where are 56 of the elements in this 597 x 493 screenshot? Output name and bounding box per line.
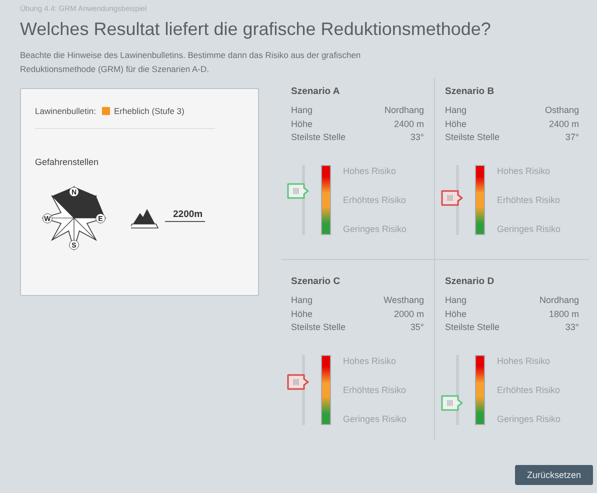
bulletin-label: Lawinenbulletin: (35, 106, 96, 116)
fact-value: 33° (410, 131, 424, 144)
risk-gradient-bar (475, 164, 485, 234)
fact-value: Osthang (544, 104, 579, 117)
hazard-heading: Gefahrenstellen (35, 157, 100, 167)
slider-handle[interactable] (440, 394, 464, 410)
fact-value: Westhang (384, 294, 424, 307)
fact-value: Nordhang (539, 294, 579, 307)
danger-level: Erheblich (Stufe 3) (114, 106, 184, 116)
reset-button[interactable]: Zurücksetzen (514, 465, 593, 485)
risk-gradient-bar (321, 354, 331, 424)
fact-value: 33° (565, 321, 579, 334)
fact-label: Höhe (445, 118, 467, 130)
fact-label: Steilste Stelle (291, 131, 346, 144)
fact-value: 2400 m (394, 118, 424, 130)
fact-value: 37° (565, 131, 579, 144)
risk-label: Hohes Risiko (343, 356, 398, 366)
scenario-title: Szenario B (445, 86, 496, 97)
fact-label: Hang (445, 294, 467, 307)
risk-label: Hohes Risiko (497, 166, 552, 176)
risk-label: Geringes Risiko (497, 224, 561, 234)
risk-gradient-bar (321, 164, 331, 234)
risk-label: Erhöhtes Risiko (343, 384, 407, 394)
fact-label: Hang (291, 294, 313, 307)
fact-value: Nordhang (384, 104, 424, 117)
mountain-icon (131, 207, 161, 229)
fact-label: Steilste Stelle (291, 321, 346, 334)
risk-label: Hohes Risiko (497, 356, 552, 366)
fact-value: 35° (410, 321, 424, 334)
slider-handle[interactable] (440, 190, 464, 206)
scenario-title: Szenario C (291, 276, 342, 287)
scenario-title: Szenario D (445, 276, 496, 287)
fact-label: Steilste Stelle (445, 131, 500, 144)
risk-label: Erhöhtes Risiko (497, 194, 561, 204)
risk-label: Erhöhtes Risiko (343, 194, 407, 204)
risk-label: Geringes Risiko (343, 224, 407, 234)
risk-label: Geringes Risiko (497, 414, 561, 424)
question-title: Welches Resultat liefert die grafische Reduktionsmethode? (20, 19, 492, 40)
risk-label: Geringes Risiko (343, 414, 407, 424)
risk-gradient-bar (475, 354, 485, 424)
altitude-label: 2200m (165, 208, 205, 222)
risk-label: Hohes Risiko (343, 166, 398, 176)
fact-label: Höhe (291, 308, 313, 320)
risk-label: Erhöhtes Risiko (497, 384, 561, 394)
fact-value: 2400 m (548, 118, 579, 130)
fact-value: 1800 m (548, 308, 579, 320)
fact-label: Hang (291, 104, 313, 117)
fact-label: Hang (445, 104, 467, 117)
fact-label: Steilste Stelle (445, 321, 500, 334)
slider-handle[interactable] (286, 182, 310, 199)
scenario-title: Szenario A (291, 86, 341, 97)
fact-label: Höhe (445, 308, 467, 320)
slider-handle[interactable] (286, 374, 310, 390)
fact-label: Höhe (291, 118, 313, 130)
instructions: Beachte die Hinweise des Lawinenbulletins. Bestimme dann das Risiko aus der grafischen Reduktionsmethode (GRM) für die Szenarien A-D. (20, 49, 362, 76)
fact-value: 2000 m (394, 308, 424, 320)
